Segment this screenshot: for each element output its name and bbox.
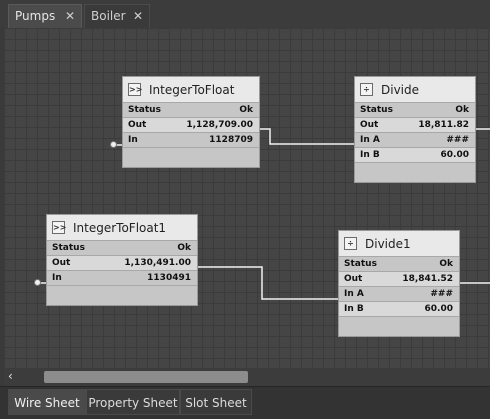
slot-row-in[interactable]: In 1128709 xyxy=(123,133,259,148)
slot-value: 1130491 xyxy=(147,273,191,283)
node-footer xyxy=(47,286,197,298)
slot-value: Ok xyxy=(177,243,191,253)
slot-label: Out xyxy=(360,120,379,130)
slot-row-out[interactable]: Out 1,130,491.00 xyxy=(47,256,197,271)
slot-label: In B xyxy=(344,304,364,314)
slot-value: 1,128,709.00 xyxy=(186,120,253,130)
slot-row-in-b[interactable]: In B 60.00 xyxy=(355,148,475,163)
slot-label: Out xyxy=(52,258,71,268)
slot-row-in-a[interactable]: In A ### xyxy=(339,287,459,302)
slot-value: 18,841.52 xyxy=(402,274,453,284)
tab-slot-sheet[interactable]: Slot Sheet xyxy=(180,389,252,415)
scrollbar-thumb[interactable] xyxy=(44,371,248,383)
slot-row-in-b[interactable]: In B 60.00 xyxy=(339,302,459,317)
node-divide[interactable]: ÷ Divide Status Ok Out 18,811.82 In A ##… xyxy=(354,76,476,183)
node-title: Divide xyxy=(381,83,420,97)
slot-value: ### xyxy=(430,289,453,299)
horizontal-scrollbar[interactable]: ‹ xyxy=(4,368,490,386)
tab-wire-sheet[interactable]: Wire Sheet xyxy=(8,389,86,415)
slot-row-status[interactable]: Status Ok xyxy=(123,103,259,118)
slot-row-in[interactable]: In 1130491 xyxy=(47,271,197,286)
slot-row-status[interactable]: Status Ok xyxy=(47,241,197,256)
slot-value: ### xyxy=(446,135,469,145)
slot-label: In B xyxy=(360,150,380,160)
slot-label: Status xyxy=(52,243,85,253)
slot-label: Status xyxy=(344,259,377,269)
slot-row-status[interactable]: Status Ok xyxy=(355,103,475,118)
slot-label: Out xyxy=(128,120,147,130)
node-footer xyxy=(339,317,459,329)
node-integer-to-float1[interactable]: >> IntegerToFloat1 Status Ok Out 1,130,4… xyxy=(46,214,198,306)
view-tab-bar: Wire Sheet Property Sheet Slot Sheet xyxy=(0,386,490,419)
slot-row-in-a[interactable]: In A ### xyxy=(355,133,475,148)
node-title: IntegerToFloat1 xyxy=(73,221,167,235)
slot-value: Ok xyxy=(239,105,253,115)
node-header: >> IntegerToFloat xyxy=(123,77,259,103)
wire-itf1-to-divide1[interactable] xyxy=(194,266,338,300)
slot-label: In xyxy=(128,135,138,145)
tab-property-sheet[interactable]: Property Sheet xyxy=(86,389,180,415)
node-integer-to-float[interactable]: >> IntegerToFloat Status Ok Out 1,128,70… xyxy=(122,76,260,168)
slot-label: Out xyxy=(344,274,363,284)
slot-row-status[interactable]: Status Ok xyxy=(339,257,459,272)
in-pin[interactable] xyxy=(34,279,41,286)
slot-label: In A xyxy=(360,135,380,145)
close-icon[interactable]: ✕ xyxy=(65,5,75,27)
slot-label: In A xyxy=(344,289,364,299)
wire-itf-to-divide[interactable] xyxy=(260,128,354,145)
slot-row-out[interactable]: Out 18,811.82 xyxy=(355,118,475,133)
slot-value: 1,130,491.00 xyxy=(124,258,191,268)
slot-value: 60.00 xyxy=(424,304,453,314)
tab-label: Boiler xyxy=(91,9,126,23)
in-pin[interactable] xyxy=(110,141,117,148)
node-divide1[interactable]: ÷ Divide1 Status Ok Out 18,841.52 In A #… xyxy=(338,230,460,337)
slot-label: Status xyxy=(360,105,393,115)
document-tab-bar: Pumps ✕ Boiler ✕ xyxy=(0,0,490,28)
scroll-left-icon[interactable]: ‹ xyxy=(8,369,13,383)
slot-row-out[interactable]: Out 18,841.52 xyxy=(339,272,459,287)
node-title: IntegerToFloat xyxy=(149,83,235,97)
node-header: >> IntegerToFloat1 xyxy=(47,215,197,241)
node-title: Divide1 xyxy=(365,237,411,251)
tab-pumps[interactable]: Pumps ✕ xyxy=(8,4,82,28)
divide-icon: ÷ xyxy=(344,237,357,250)
close-icon[interactable]: ✕ xyxy=(133,5,143,27)
wire-sheet-canvas[interactable]: >> IntegerToFloat Status Ok Out 1,128,70… xyxy=(4,28,490,368)
node-header: ÷ Divide1 xyxy=(339,231,459,257)
convert-icon: >> xyxy=(52,221,67,234)
slot-value: Ok xyxy=(439,259,453,269)
slot-row-out[interactable]: Out 1,128,709.00 xyxy=(123,118,259,133)
slot-value: 60.00 xyxy=(440,150,469,160)
slot-value: 1128709 xyxy=(209,135,253,145)
node-footer xyxy=(123,148,259,160)
slot-value: 18,811.82 xyxy=(418,120,469,130)
divide-icon: ÷ xyxy=(360,83,373,96)
tab-boiler[interactable]: Boiler ✕ xyxy=(84,4,150,28)
convert-icon: >> xyxy=(128,83,143,96)
slot-value: Ok xyxy=(455,105,469,115)
node-footer xyxy=(355,163,475,175)
slot-label: Status xyxy=(128,105,161,115)
tab-label: Pumps xyxy=(15,9,56,23)
node-header: ÷ Divide xyxy=(355,77,475,103)
slot-label: In xyxy=(52,273,62,283)
